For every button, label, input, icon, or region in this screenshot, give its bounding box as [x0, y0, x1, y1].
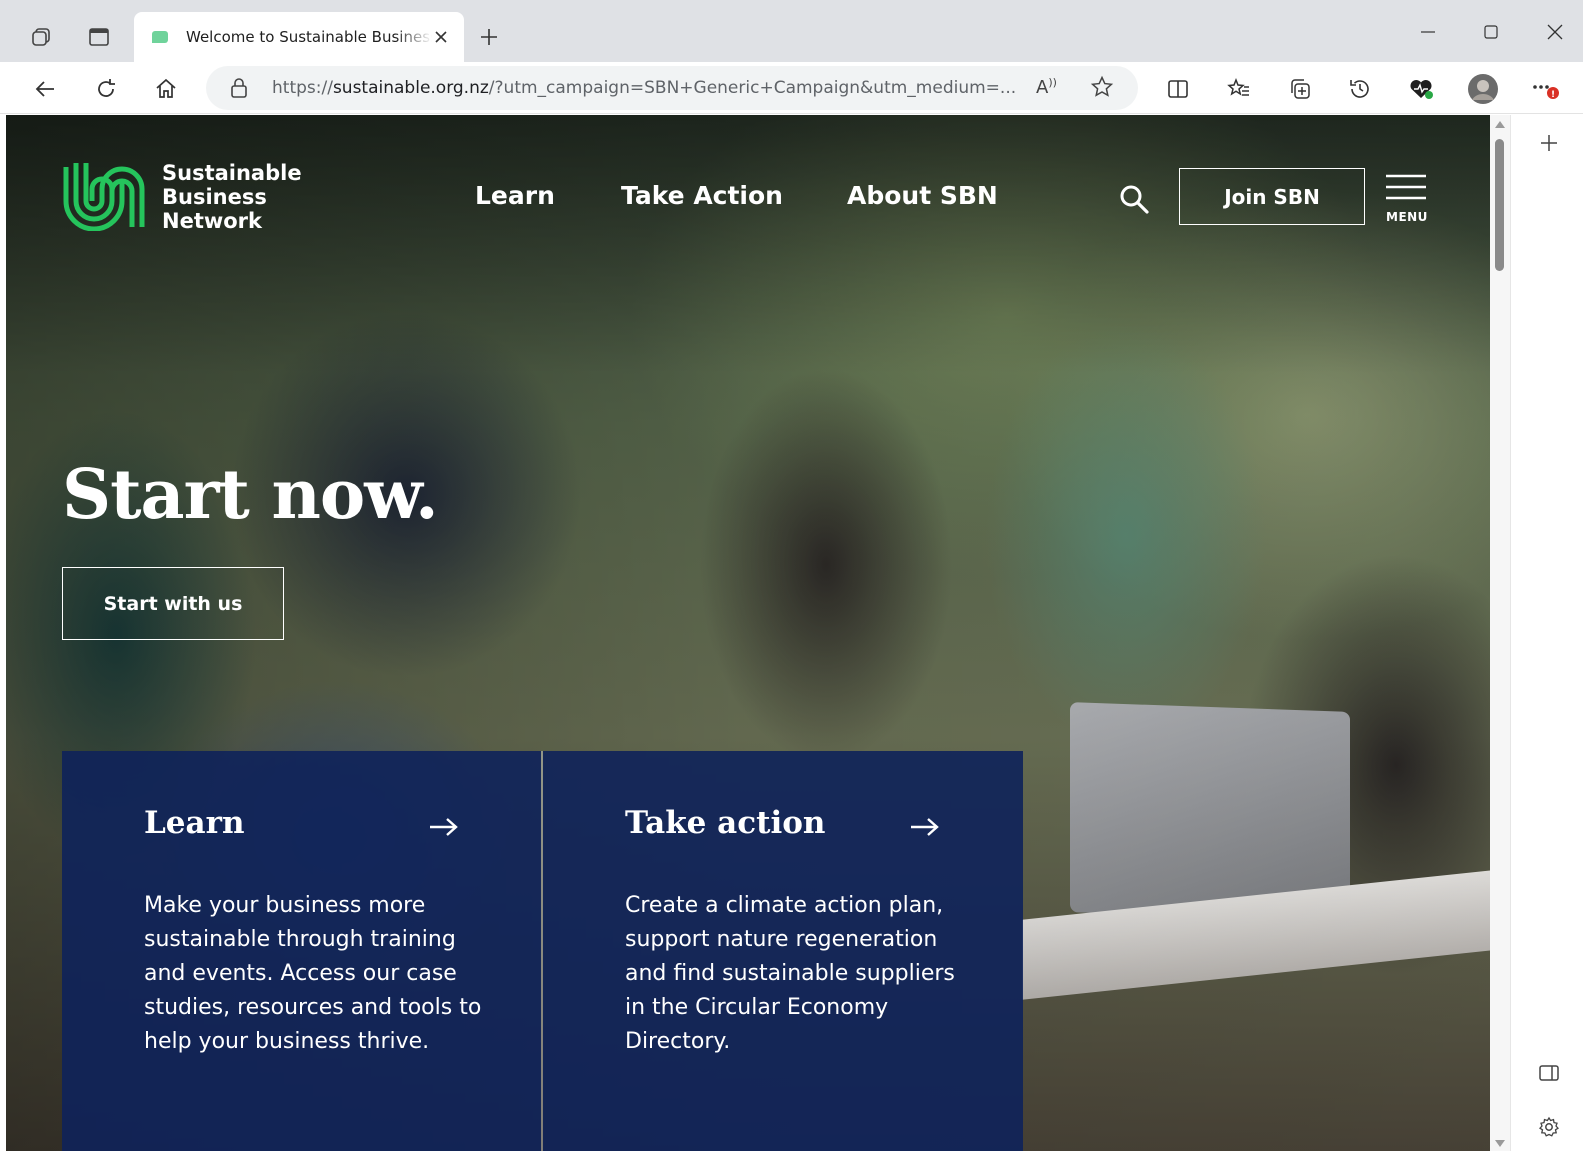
page-scrollbar[interactable] [1490, 115, 1510, 1151]
favorites-button[interactable] [1222, 72, 1256, 106]
url-path: /?utm_campaign=SBN+Generic+Campaign&utm_… [488, 78, 1017, 98]
star-icon[interactable] [1090, 75, 1114, 103]
nav-learn[interactable]: Learn [475, 181, 555, 210]
arrow-right-icon[interactable] [909, 815, 941, 843]
sidebar-settings-button[interactable] [1535, 1113, 1563, 1141]
learn-card[interactable]: Learn Make your business more sustainabl… [62, 751, 541, 1151]
favorites-list-icon [1227, 77, 1249, 96]
sbn-logo-text: Sustainable Business Network [162, 161, 302, 233]
url-text[interactable]: https://sustainable.org.nz/?utm_campaign… [272, 78, 1032, 98]
page-viewport: Sustainable Business Network Learn Take … [6, 115, 1490, 1151]
back-arrow-icon [35, 81, 54, 97]
menu-button[interactable]: MENU [1384, 173, 1432, 225]
lock-icon[interactable] [230, 78, 248, 102]
split-screen-button[interactable] [1161, 72, 1195, 106]
take-action-card-title: Take action [625, 805, 826, 841]
more-button[interactable]: ! [1528, 72, 1562, 106]
url-host: sustainable.org.nz [332, 78, 489, 98]
maximize-button[interactable] [1471, 18, 1511, 46]
history-button[interactable] [1343, 72, 1377, 106]
search-icon[interactable] [1118, 183, 1150, 219]
new-tab-button[interactable] [474, 22, 504, 52]
take-action-card[interactable]: Take action Create a climate action plan… [543, 751, 1023, 1151]
home-button[interactable] [149, 72, 183, 106]
vertical-tabs-icon[interactable] [84, 22, 114, 52]
nav-take-action[interactable]: Take Action [621, 181, 783, 210]
arrow-right-icon[interactable] [428, 815, 460, 843]
learn-card-body: Make your business more sustainable thro… [144, 893, 482, 1054]
hide-sidebar-button[interactable] [1535, 1059, 1563, 1087]
avatar [1468, 74, 1498, 104]
maximize-icon [1484, 25, 1498, 39]
home-icon [156, 78, 176, 98]
split-screen-icon [1168, 80, 1188, 98]
gear-icon [1539, 1116, 1559, 1137]
svg-text:!: ! [1551, 90, 1555, 100]
browser-tab-active[interactable]: Welcome to Sustainable Business Network [134, 12, 464, 62]
edge-sidebar [1510, 115, 1583, 1151]
take-action-card-body: Create a climate action plan, support na… [625, 893, 955, 1054]
heart-extension-icon [1410, 79, 1433, 99]
close-icon [1547, 24, 1563, 40]
logo-line-1: Sustainable [162, 161, 302, 185]
join-sbn-button[interactable]: Join SBN [1179, 168, 1365, 225]
menu-label: MENU [1386, 210, 1428, 224]
refresh-button[interactable] [89, 72, 123, 106]
learn-card-title: Learn [144, 805, 245, 841]
scroll-up-arrow-icon[interactable] [1495, 121, 1505, 128]
tab-title: Welcome to Sustainable Business Network [186, 28, 432, 46]
collections-icon [1291, 79, 1310, 99]
scrollbar-thumb[interactable] [1495, 139, 1504, 271]
profile-button[interactable] [1466, 72, 1500, 106]
history-icon [1350, 80, 1369, 98]
refresh-icon [98, 79, 115, 97]
browser-toolbar: https://sustainable.org.nz/?utm_campaign… [0, 62, 1583, 114]
read-aloud-icon[interactable]: A)) [1036, 76, 1057, 98]
logo-line-2: Business [162, 185, 267, 209]
hero-title: Start now. [62, 455, 439, 535]
start-with-us-button[interactable]: Start with us [62, 567, 284, 640]
logo-line-3: Network [162, 209, 263, 233]
nav-about-sbn[interactable]: About SBN [847, 181, 998, 210]
workspaces-icon[interactable] [26, 22, 56, 52]
sbn-logo-mark-icon [63, 163, 145, 232]
collections-button[interactable] [1283, 72, 1317, 106]
extension-button[interactable] [1404, 72, 1438, 106]
minimize-icon [1421, 31, 1435, 33]
window-bottom-edge [0, 1151, 1583, 1166]
scroll-down-arrow-icon[interactable] [1495, 1140, 1505, 1147]
more-icon: ! [1533, 85, 1559, 100]
minimize-button[interactable] [1408, 18, 1448, 46]
address-bar[interactable]: https://sustainable.org.nz/?utm_campaign… [206, 66, 1138, 110]
url-scheme: https:// [272, 78, 333, 98]
sidebar-panel-icon [1539, 1065, 1559, 1081]
back-button[interactable] [28, 72, 62, 106]
plus-icon [481, 29, 497, 45]
sidebar-add-button[interactable] [1535, 129, 1563, 157]
close-tab-icon[interactable] [430, 26, 452, 48]
plus-icon [1541, 135, 1557, 151]
tab-strip: Welcome to Sustainable Business Network [0, 0, 1583, 62]
browser-window: Welcome to Sustainable Business Network [0, 0, 1583, 1166]
sbn-logo[interactable]: Sustainable Business Network [62, 161, 302, 233]
close-window-button[interactable] [1535, 18, 1575, 46]
site-favicon-icon [152, 31, 168, 43]
hamburger-menu-icon [1386, 174, 1426, 200]
